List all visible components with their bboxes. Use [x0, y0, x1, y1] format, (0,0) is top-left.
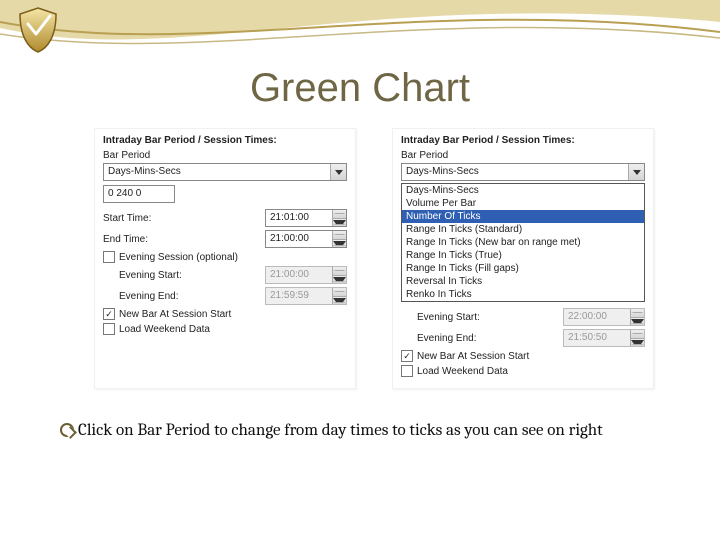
end-time-value: 21:00:00 [266, 231, 332, 247]
bar-period-combo[interactable]: Days-Mins-Secs [401, 163, 645, 181]
evening-start-spinner: 22:00:00 [563, 308, 645, 326]
spinner-down-icon [631, 339, 644, 347]
load-weekend-checkbox[interactable] [103, 323, 115, 335]
load-weekend-label: Load Weekend Data [417, 366, 508, 377]
bar-period-value: Days-Mins-Secs [402, 164, 628, 180]
spinner-down-icon [631, 318, 644, 326]
bar-period-label: Bar Period [103, 150, 347, 161]
bullet-icon [60, 423, 74, 437]
evening-start-value: 22:00:00 [564, 309, 630, 325]
bullet-text-area: Click on Bar Period to change from day t… [60, 420, 670, 442]
end-time-label: End Time: [103, 234, 148, 245]
bar-period-combo[interactable]: Days-Mins-Secs [103, 163, 347, 181]
spinner-up-icon [631, 330, 644, 339]
dms-input[interactable]: 0 240 0 [103, 185, 175, 203]
evening-end-label: Evening End: [119, 291, 179, 302]
load-weekend-label: Load Weekend Data [119, 324, 210, 335]
new-bar-checkbox[interactable] [401, 350, 413, 362]
evening-end-value: 21:59:59 [266, 288, 332, 304]
start-time-value: 21:01:00 [266, 210, 332, 226]
new-bar-label: New Bar At Session Start [417, 351, 529, 362]
panels-container: Intraday Bar Period / Session Times: Bar… [94, 128, 654, 389]
dropdown-option[interactable]: Days-Mins-Secs [402, 184, 644, 197]
spinner-up-icon [333, 267, 346, 276]
start-time-spinner[interactable]: 21:01:00 [265, 209, 347, 227]
page-title: Green Chart [0, 66, 720, 111]
dropdown-option[interactable]: Range In Ticks (Fill gaps) [402, 262, 644, 275]
shield-icon [16, 6, 60, 54]
evening-session-checkbox[interactable] [103, 251, 115, 263]
new-bar-checkbox[interactable] [103, 308, 115, 320]
evening-start-label: Evening Start: [417, 312, 480, 323]
bar-period-dropdown[interactable]: Days-Mins-Secs Volume Per Bar Number Of … [401, 183, 645, 302]
end-time-spinner[interactable]: 21:00:00 [265, 230, 347, 248]
settings-panel-left: Intraday Bar Period / Session Times: Bar… [94, 128, 356, 389]
bar-period-label: Bar Period [401, 150, 645, 161]
evening-end-label: Evening End: [417, 333, 477, 344]
dropdown-option[interactable]: Reversal In Ticks [402, 275, 644, 288]
new-bar-label: New Bar At Session Start [119, 309, 231, 320]
chevron-down-icon[interactable] [330, 164, 346, 180]
evening-end-value: 21:50:50 [564, 330, 630, 346]
evening-end-spinner: 21:50:50 [563, 329, 645, 347]
spinner-up-icon[interactable] [333, 231, 346, 240]
header-swoop [0, 0, 720, 70]
bar-period-value: Days-Mins-Secs [104, 164, 330, 180]
dropdown-option[interactable]: Range In Ticks (True) [402, 249, 644, 262]
panel-header: Intraday Bar Period / Session Times: [401, 135, 645, 146]
spinner-up-icon [631, 309, 644, 318]
dropdown-option[interactable]: Renko In Ticks [402, 288, 644, 301]
spinner-up-icon[interactable] [333, 210, 346, 219]
spinner-down-icon [333, 276, 346, 284]
dropdown-option[interactable]: Range In Ticks (Standard) [402, 223, 644, 236]
evening-end-spinner: 21:59:59 [265, 287, 347, 305]
panel-header: Intraday Bar Period / Session Times: [103, 135, 347, 146]
load-weekend-checkbox[interactable] [401, 365, 413, 377]
settings-panel-right: Intraday Bar Period / Session Times: Bar… [392, 128, 654, 389]
dropdown-option[interactable]: Volume Per Bar [402, 197, 644, 210]
spinner-down-icon [333, 297, 346, 305]
spinner-down-icon[interactable] [333, 240, 346, 248]
bullet-text: Click on Bar Period to change from day t… [78, 421, 603, 440]
chevron-down-icon[interactable] [628, 164, 644, 180]
spinner-down-icon[interactable] [333, 219, 346, 227]
dropdown-option-highlighted[interactable]: Number Of Ticks [402, 210, 644, 223]
dropdown-option[interactable]: Range In Ticks (New bar on range met) [402, 236, 644, 249]
evening-session-label: Evening Session (optional) [119, 252, 238, 263]
evening-start-spinner: 21:00:00 [265, 266, 347, 284]
evening-start-label: Evening Start: [119, 270, 182, 281]
spinner-up-icon [333, 288, 346, 297]
evening-start-value: 21:00:00 [266, 267, 332, 283]
start-time-label: Start Time: [103, 213, 151, 224]
